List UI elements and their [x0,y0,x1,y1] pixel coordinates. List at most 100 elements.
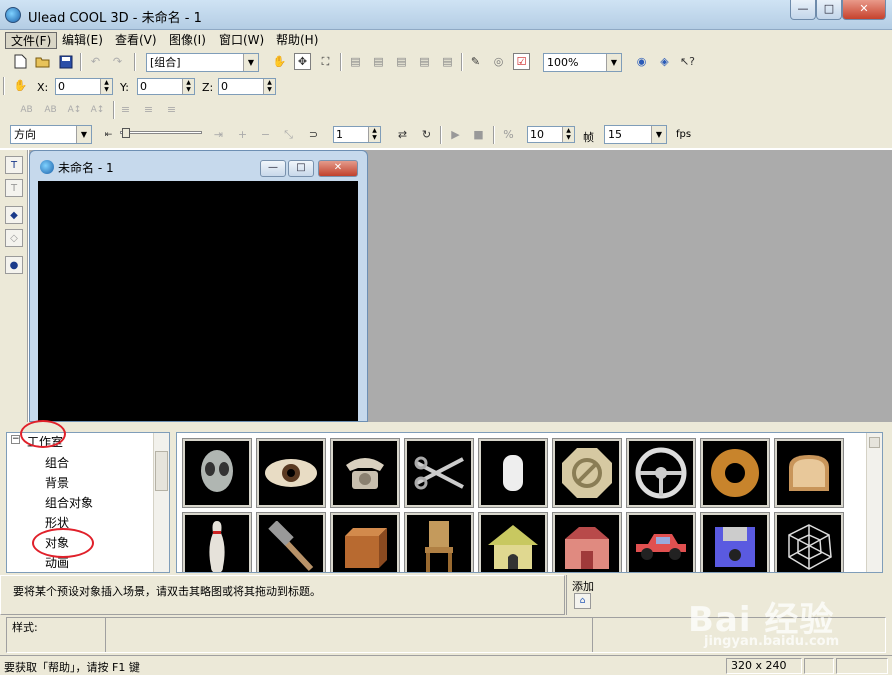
chevron-down-icon[interactable]: ▼ [606,54,621,71]
context-help-icon[interactable]: ↖? [679,53,696,70]
undo-icon[interactable]: ↶ [87,53,104,70]
spin-arrows-icon[interactable]: ▲ ▼ [100,79,112,94]
chevron-down-icon[interactable]: ▼ [243,54,258,71]
thumb-hammer[interactable] [256,512,326,572]
add-keyframe-icon[interactable]: + [234,126,251,143]
thumb-car[interactable] [626,512,696,572]
render-canvas[interactable] [38,181,358,421]
thumb-bread[interactable] [774,438,844,508]
thumb-donut[interactable] [700,438,770,508]
text-spacing-icon[interactable]: AB [18,101,35,118]
repeat-icon[interactable]: ⇄ [394,126,411,143]
thumb-dog-house[interactable] [478,512,548,572]
menu-view[interactable]: 查看(V) [110,32,162,49]
layer-icon[interactable]: ▤ [393,53,410,70]
menu-file[interactable]: 文件(F) [5,32,58,49]
thumb-bowling-pin[interactable] [182,512,252,572]
align-left-icon[interactable]: ≡ [117,101,134,118]
spin-arrows-icon[interactable]: ▲ ▼ [562,127,574,142]
add-to-gallery-icon[interactable]: ⌂ [574,593,591,609]
edit-text-icon[interactable]: T [5,179,23,197]
thumb-telephone[interactable] [330,438,400,508]
stop-icon[interactable]: ■ [470,126,487,143]
doc-maximize-button[interactable]: □ [288,160,314,177]
globe-icon[interactable]: ◎ [490,53,507,70]
tree-scrollbar[interactable] [153,433,169,572]
menu-image[interactable]: 图像(I) [164,32,211,49]
layer-icon[interactable]: ▤ [439,53,456,70]
reverse-icon[interactable]: ⤡ [280,126,297,143]
tree-item[interactable]: 组合对象 [45,494,93,511]
maximize-button[interactable]: □ [816,0,842,20]
minimize-button[interactable]: — [790,0,816,20]
delete-keyframe-icon[interactable]: − [257,126,274,143]
edit-shape-icon[interactable]: ◇ [5,229,23,247]
align-center-icon[interactable]: ≡ [140,101,157,118]
menu-help[interactable]: 帮助(H) [271,32,323,49]
attribute-select[interactable]: 方向 ▼ [10,125,92,144]
redo-icon[interactable]: ↷ [109,53,126,70]
layer-icon[interactable]: ▤ [416,53,433,70]
rewind-icon[interactable]: ⇤ [100,126,117,143]
thumb-tooth[interactable] [478,438,548,508]
fit-tool-icon[interactable]: ⛶ [317,53,334,70]
scroll-thumb[interactable] [869,437,880,448]
thumb-wooden-box[interactable] [330,512,400,572]
fps-select[interactable]: 15 ▼ [604,125,667,144]
save-icon[interactable] [57,53,74,70]
line-spacing-icon[interactable]: A↕ [89,101,106,118]
close-button[interactable]: ✕ [842,0,886,20]
x-input[interactable]: 0 ▲ ▼ [55,78,113,95]
menu-edit[interactable]: 编辑(E) [57,32,108,49]
thumb-chair[interactable] [404,512,474,572]
y-input[interactable]: 0 ▲ ▼ [137,78,195,95]
text-spacing-icon[interactable]: AB [42,101,59,118]
insert-text-icon[interactable]: T [5,156,23,174]
zoom-select[interactable]: 100% ▼ [543,53,622,72]
thumb-spider-web[interactable] [774,512,844,572]
z-input[interactable]: 0 ▲ ▼ [218,78,276,95]
new-file-icon[interactable] [12,53,29,70]
doc-close-button[interactable]: ✕ [318,160,358,177]
frames-icon[interactable]: % [500,126,517,143]
web-icon[interactable]: ◈ [656,53,673,70]
menu-window[interactable]: 窗口(W) [214,32,269,49]
app-icon[interactable] [5,7,21,23]
tree-item[interactable]: 组合 [45,454,69,471]
slider-thumb[interactable] [122,128,130,138]
spin-arrows-icon[interactable]: ▲ ▼ [368,127,380,142]
thumb-alien[interactable] [182,438,252,508]
spin-arrows-icon[interactable]: ▲ ▼ [182,79,194,94]
insert-shape-icon[interactable]: ◆ [5,206,23,224]
thumb-barn[interactable] [552,512,622,572]
play-icon[interactable]: ▶ [447,126,464,143]
line-spacing-icon[interactable]: A↕ [66,101,83,118]
thumb-floppy-disk[interactable] [700,512,770,572]
paint-icon[interactable]: ✎ [467,53,484,70]
frames-input[interactable]: 10 ▲ ▼ [527,126,575,143]
chevron-down-icon[interactable]: ▼ [651,126,666,143]
scroll-thumb[interactable] [155,451,168,491]
checkbox-tool-icon[interactable]: ☑ [513,53,530,70]
thumb-steering-wheel[interactable] [626,438,696,508]
open-folder-icon[interactable] [34,53,51,70]
move-tool-icon[interactable]: ✥ [294,53,311,70]
refresh-icon[interactable]: ↻ [418,126,435,143]
tree-item[interactable]: 背景 [45,474,69,491]
gallery-scrollbar[interactable] [866,433,882,572]
thumb-eye[interactable] [256,438,326,508]
hand-tool-icon[interactable]: ✋ [271,53,288,70]
layer-icon[interactable]: ▤ [347,53,364,70]
next-frame-icon[interactable]: ⇥ [210,126,227,143]
thumb-stop-sign[interactable] [552,438,622,508]
loop-icon[interactable]: ⊃ [305,126,322,143]
tree-collapse-icon[interactable]: − [11,435,20,444]
render-icon[interactable]: ◉ [633,53,650,70]
thumb-scissors[interactable] [404,438,474,508]
object-select[interactable]: [组合] ▼ [146,53,259,72]
spin-arrows-icon[interactable]: ▲ ▼ [263,79,275,94]
chevron-down-icon[interactable]: ▼ [76,126,91,143]
layer-icon[interactable]: ▤ [370,53,387,70]
doc-minimize-button[interactable]: — [260,160,286,177]
frame-input[interactable]: 1 ▲ ▼ [333,126,381,143]
